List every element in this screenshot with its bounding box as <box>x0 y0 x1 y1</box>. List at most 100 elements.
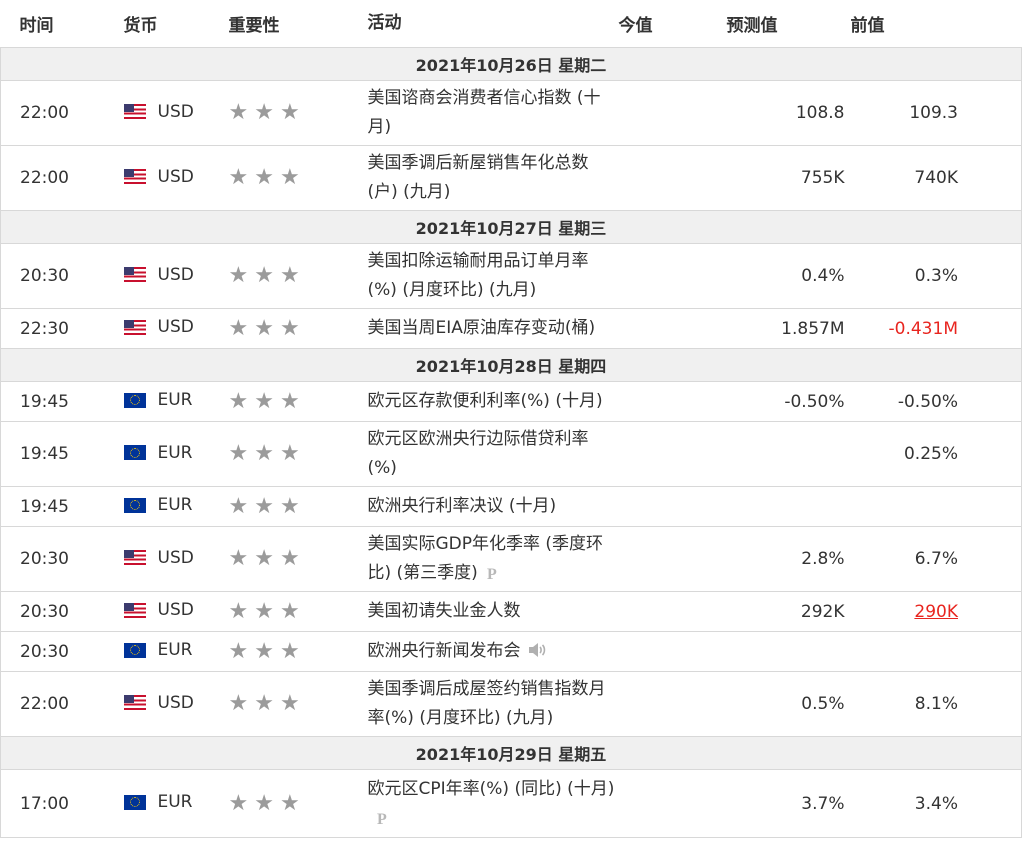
event-time: 20:30 <box>0 591 104 632</box>
header-importance[interactable]: 重要性 <box>208 0 349 48</box>
date-label: 2021年10月27日 星期三 <box>0 210 1022 244</box>
event-currency-cell: EUR <box>103 486 209 527</box>
importance-cell: ★ ★ ★ <box>208 526 349 592</box>
event-name[interactable]: 美国季调后新屋销售年化总数 (户) (九月) <box>368 153 589 202</box>
event-name[interactable]: 美国初请失业金人数 <box>368 601 521 621</box>
event-name[interactable]: 美国谘商会消费者信心指数 (十月) <box>368 88 601 137</box>
event-currency-cell: EUR <box>103 381 209 422</box>
event-previous: -0.50% <box>897 391 958 412</box>
event-actual <box>618 526 727 592</box>
header-row: 时间 货币 重要性 活动 今值 预测值 前值 <box>0 0 1022 48</box>
importance-star-icon: ★ <box>254 546 274 571</box>
importance-star-icon: ★ <box>279 100 300 125</box>
eu-flag-icon <box>123 642 146 658</box>
event-previous: 8.1% <box>914 694 958 714</box>
preliminary-icon[interactable]: P <box>376 810 390 826</box>
preliminary-icon[interactable]: P <box>486 565 500 581</box>
event-currency-cell: USD <box>103 591 209 632</box>
event-name[interactable]: 欧元区欧洲央行边际借贷利率 (%) <box>368 429 589 478</box>
event-forecast <box>726 486 851 527</box>
importance-star-icon: ★ <box>254 493 274 519</box>
event-currency-cell: USD <box>103 80 209 146</box>
event-name-cell: 美国实际GDP年化季率 (季度环比) (第三季度) P <box>348 526 619 592</box>
header-time[interactable]: 时间 <box>0 0 104 48</box>
importance-stars: ★ ★ ★ <box>229 493 300 519</box>
importance-stars: ★ ★ ★ <box>229 600 300 623</box>
importance-star-icon: ★ <box>279 263 300 288</box>
header-forecast[interactable]: 预测值 <box>726 0 851 48</box>
currency-code: EUR <box>157 442 193 463</box>
event-actual <box>618 308 727 349</box>
calendar-table: 时间 货币 重要性 活动 今值 预测值 前值 2021年10月26日 星期二 22… <box>0 0 1022 838</box>
eu-flag-icon <box>123 497 146 513</box>
importance-star-icon: ★ <box>254 790 274 816</box>
importance-star-icon: ★ <box>254 263 274 288</box>
importance-star-icon: ★ <box>279 638 300 664</box>
event-row[interactable]: 17:00 EUR ★ ★ ★ 欧元区CPI年率(%) (同比) (十月) P 3.7% 3.4… <box>0 769 1022 838</box>
event-forecast: 0.5% <box>726 671 851 737</box>
header-actual[interactable]: 今值 <box>618 0 727 48</box>
header-previous[interactable]: 前值 <box>850 0 1022 48</box>
currency-code: EUR <box>157 390 193 411</box>
event-time: 20:30 <box>0 631 104 672</box>
date-label: 2021年10月29日 星期五 <box>0 736 1022 770</box>
importance-star-icon: ★ <box>228 263 249 288</box>
importance-cell: ★ ★ ★ <box>208 243 349 309</box>
event-row[interactable]: 22:30 USD ★ ★ ★ 美国当周EIA原油库存变动(桶) 1.857M -0.431M <box>0 308 1022 349</box>
event-name[interactable]: 美国当周EIA原油库存变动(桶) <box>368 318 596 338</box>
event-row[interactable]: 20:30 USD ★ ★ ★ 美国实际GDP年化季率 (季度环比) (第三季度) P 2.8… <box>0 526 1022 592</box>
importance-cell: ★ ★ ★ <box>208 145 349 211</box>
importance-star-icon: ★ <box>228 100 249 125</box>
us-flag-icon <box>123 550 146 566</box>
event-name[interactable]: 欧元区存款便利利率(%) (十月) <box>368 391 603 411</box>
event-previous: 0.3% <box>914 266 958 286</box>
event-name[interactable]: 欧洲央行新闻发布会 <box>368 641 521 661</box>
event-name[interactable]: 欧元区CPI年率(%) (同比) (十月) <box>368 779 615 799</box>
eu-flag-icon <box>123 392 146 408</box>
event-name-cell: 欧元区CPI年率(%) (同比) (十月) P <box>348 769 619 838</box>
event-name-cell: 欧洲央行利率决议 (十月) <box>348 486 619 527</box>
event-previous-cell: -0.431M <box>850 308 1022 349</box>
event-forecast: 0.4% <box>726 243 851 309</box>
event-previous-cell: 0.25% <box>850 421 1022 487</box>
event-forecast: 3.7% <box>726 769 851 838</box>
eu-flag-icon <box>123 794 146 810</box>
event-row[interactable]: 19:45 EUR ★ ★ ★ 欧元区存款便利利率(%) (十月) -0.50% -0.50% <box>0 381 1022 422</box>
event-name[interactable]: 美国季调后成屋签约销售指数月率(%) (月度环比) (九月) <box>368 679 606 728</box>
event-previous-cell: 8.1% <box>850 671 1022 737</box>
event-previous-cell: 0.3% <box>850 243 1022 309</box>
event-row[interactable]: 22:00 USD ★ ★ ★ 美国谘商会消费者信心指数 (十月) 108.8 109.3 <box>0 80 1022 146</box>
event-row[interactable]: 20:30 EUR ★ ★ ★ 欧洲央行新闻发布会 <box>0 631 1022 672</box>
event-name-cell: 欧元区存款便利利率(%) (十月) <box>348 381 619 422</box>
event-previous: 6.7% <box>914 549 958 569</box>
us-flag-icon <box>123 319 146 335</box>
event-row[interactable]: 20:30 USD ★ ★ ★ 美国初请失业金人数 292K 290K <box>0 591 1022 632</box>
event-row[interactable]: 22:00 USD ★ ★ ★ 美国季调后成屋签约销售指数月率(%) (月度环比) (九月… <box>0 671 1022 737</box>
event-forecast: 2.8% <box>726 526 851 592</box>
importance-star-icon: ★ <box>279 441 300 466</box>
event-name-cell: 欧洲央行新闻发布会 <box>348 631 619 672</box>
calendar-body: 2021年10月26日 星期二 22:00 USD ★ ★ ★ 美国谘商会消费者信心指数 (… <box>0 47 1022 838</box>
importance-cell: ★ ★ ★ <box>208 308 349 349</box>
event-previous: 290K <box>914 601 958 622</box>
event-row[interactable]: 20:30 USD ★ ★ ★ 美国扣除运输耐用品订单月率 (%) (月度环比) (九月)… <box>0 243 1022 309</box>
event-actual <box>618 381 727 422</box>
importance-star-icon: ★ <box>279 315 300 341</box>
speaker-icon[interactable] <box>527 642 547 658</box>
event-row[interactable]: 19:45 EUR ★ ★ ★ 欧元区欧洲央行边际借贷利率 (%) 0.25% <box>0 421 1022 487</box>
header-currency[interactable]: 货币 <box>103 0 209 48</box>
importance-cell: ★ ★ ★ <box>208 591 349 632</box>
event-time: 22:00 <box>0 145 104 211</box>
event-name-cell: 美国季调后成屋签约销售指数月率(%) (月度环比) (九月) <box>348 671 619 737</box>
event-row[interactable]: 19:45 EUR ★ ★ ★ 欧洲央行利率决议 (十月) <box>0 486 1022 527</box>
event-previous-cell <box>850 631 1022 672</box>
event-name[interactable]: 美国扣除运输耐用品订单月率 (%) (月度环比) (九月) <box>368 251 589 300</box>
header-event[interactable]: 活动 <box>348 0 619 48</box>
event-row[interactable]: 22:00 USD ★ ★ ★ 美国季调后新屋销售年化总数 (户) (九月) 755K 740… <box>0 145 1022 211</box>
importance-stars: ★ ★ ★ <box>229 548 300 570</box>
event-name-cell: 欧元区欧洲央行边际借贷利率 (%) <box>348 421 619 487</box>
eu-flag-icon <box>123 445 146 461</box>
importance-cell: ★ ★ ★ <box>208 671 349 737</box>
event-name[interactable]: 欧洲央行利率决议 (十月) <box>368 496 557 516</box>
currency-code: USD <box>157 166 194 187</box>
